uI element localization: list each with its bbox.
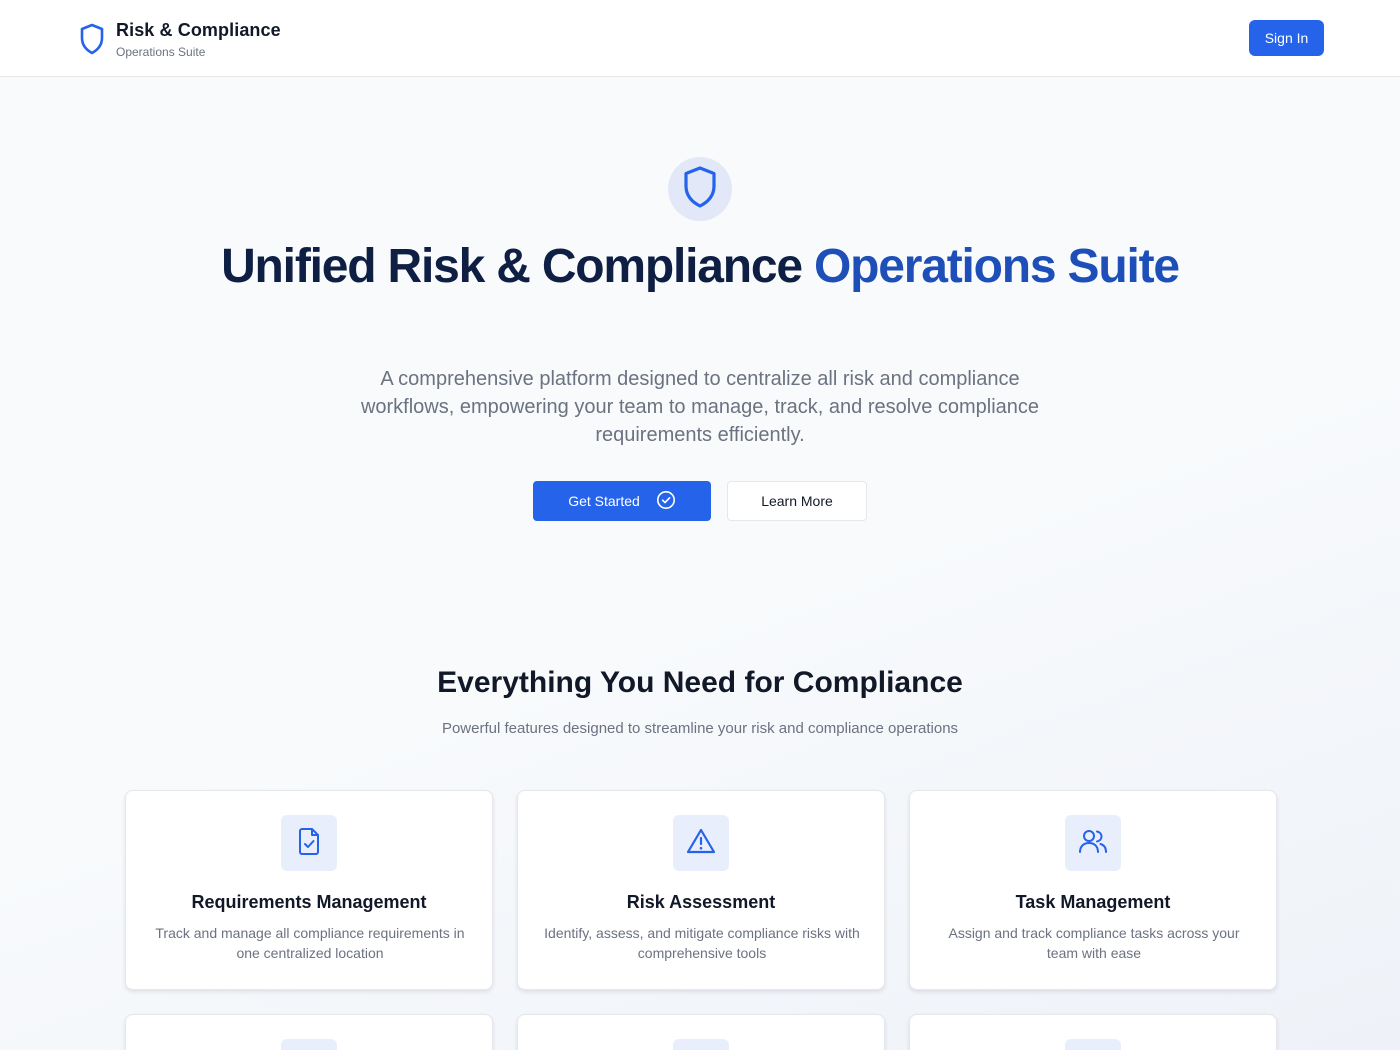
shield-icon [78, 22, 106, 56]
get-started-button[interactable]: Get Started [533, 481, 711, 521]
hero-description: A comprehensive platform designed to cen… [360, 368, 1040, 446]
sign-in-button[interactable]: Sign In [1249, 20, 1324, 56]
hero-title-main: Unified Risk & Compliance [221, 240, 815, 293]
feature-card-title: Task Management [1015, 892, 1171, 912]
feature-card-description: Assign and track compliance tasks across… [948, 925, 1240, 961]
top-header: Risk & Compliance Operations Suite Sign … [0, 0, 1400, 77]
check-circle-icon [656, 490, 676, 513]
feature-icon-container [1065, 815, 1121, 871]
features-title: Everything You Need for Compliance [437, 666, 963, 699]
get-started-label: Get Started [568, 493, 640, 509]
features-subtitle: Powerful features designed to streamline… [441, 720, 959, 737]
feature-icon-container [281, 1039, 337, 1050]
hero-title-accent: Operations Suite [814, 240, 1180, 293]
feature-card-description: Track and manage all compliance requirem… [155, 925, 465, 961]
feature-card-title: Requirements Management [191, 892, 427, 912]
feature-icon-container [281, 815, 337, 871]
feature-card-risk-assessment[interactable]: Risk Assessment Identify, assess, and mi… [517, 790, 885, 990]
document-check-icon [295, 826, 323, 861]
feature-icon-container [673, 815, 729, 871]
feature-card-requirements[interactable]: Requirements Management Track and manage… [125, 790, 493, 990]
feature-icon-container [673, 1039, 729, 1050]
brand[interactable]: Risk & Compliance Operations Suite [78, 19, 281, 61]
shield-icon [680, 164, 720, 215]
learn-more-button[interactable]: Learn More [727, 481, 867, 521]
feature-card-task-management[interactable]: Task Management Assign and track complia… [909, 790, 1277, 990]
warning-triangle-icon [685, 826, 717, 861]
feature-card-description: Identify, assess, and mitigate complianc… [544, 925, 860, 961]
users-icon [1077, 826, 1109, 861]
feature-card-title: Risk Assessment [626, 892, 776, 912]
feature-card[interactable] [125, 1014, 493, 1050]
feature-card[interactable] [909, 1014, 1277, 1050]
brand-subtitle: Operations Suite [116, 45, 206, 59]
brand-title: Risk & Compliance [116, 20, 281, 40]
hero-badge [668, 157, 732, 221]
hero-title: Unified Risk & Compliance Operations Sui… [200, 242, 1200, 291]
feature-card[interactable] [517, 1014, 885, 1050]
feature-icon-container [1065, 1039, 1121, 1050]
